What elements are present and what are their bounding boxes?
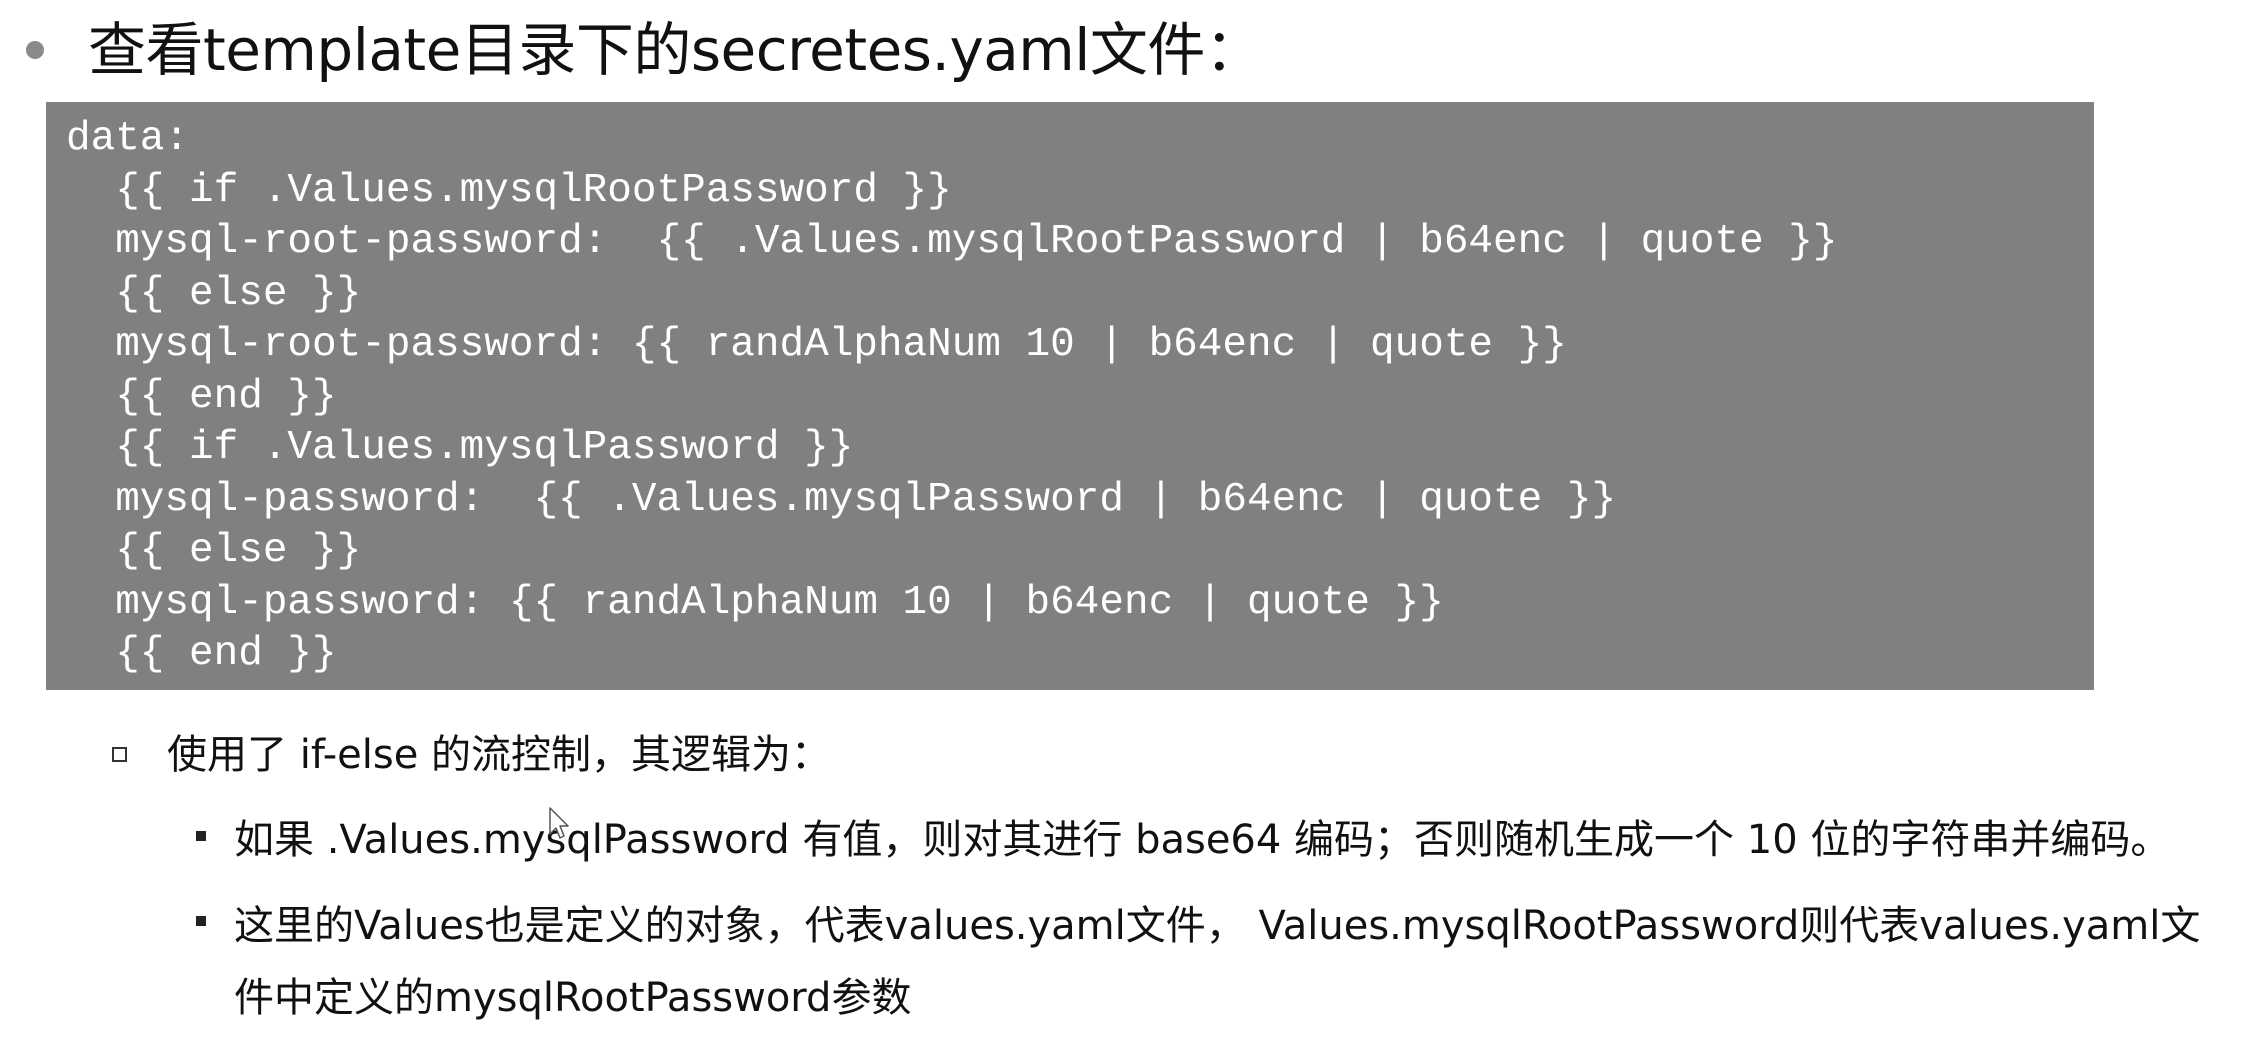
code-line: {{ else }} — [66, 270, 362, 317]
list-item: 如果 .Values.mysqlPassword 有值，则对其进行 base64… — [196, 805, 2170, 875]
square-bullet-icon — [196, 916, 206, 926]
bullet-dot-icon — [26, 41, 44, 59]
square-bullet-icon — [196, 831, 206, 841]
code-line: {{ else }} — [66, 528, 362, 574]
code-line: mysql-password: {{ .Values.mysqlPassword… — [66, 476, 1617, 523]
subpoint-row: 使用了 if-else 的流控制，其逻辑为： — [112, 722, 831, 780]
code-line: data: — [66, 116, 190, 162]
list-item: 这里的Values也是定义的对象，代表values.yaml文件， Values… — [196, 890, 2236, 1034]
hollow-square-bullet-icon — [112, 746, 127, 762]
code-line: {{ end }} — [66, 631, 337, 677]
code-line: mysql-root-password: {{ randAlphaNum 10 … — [66, 322, 1567, 368]
code-block: data: {{ if .Values.mysqlRootPassword }}… — [46, 102, 2094, 690]
list-item-text: 这里的Values也是定义的对象，代表values.yaml文件， Values… — [234, 903, 2201, 1021]
code-line: {{ if .Values.mysqlPassword }} — [66, 425, 854, 471]
code-line: {{ if .Values.mysqlRootPassword }} — [66, 167, 952, 214]
list-item-text: 如果 .Values.mysqlPassword 有值，则对其进行 base64… — [234, 817, 2171, 863]
code-line: {{ end }} — [66, 373, 337, 420]
heading-row: 查看template目录下的secretes.yaml文件： — [26, 0, 1263, 90]
slide: 查看template目录下的secretes.yaml文件： data: {{ … — [0, 0, 2251, 1042]
code-line: mysql-password: {{ randAlphaNum 10 | b64… — [66, 579, 1444, 626]
subpoint-text: 使用了 if-else 的流控制，其逻辑为： — [167, 732, 832, 778]
mouse-pointer-icon — [549, 807, 569, 839]
slide-heading: 查看template目录下的secretes.yaml文件： — [88, 16, 1263, 84]
code-line: mysql-root-password: {{ .Values.mysqlRoo… — [66, 219, 1838, 265]
